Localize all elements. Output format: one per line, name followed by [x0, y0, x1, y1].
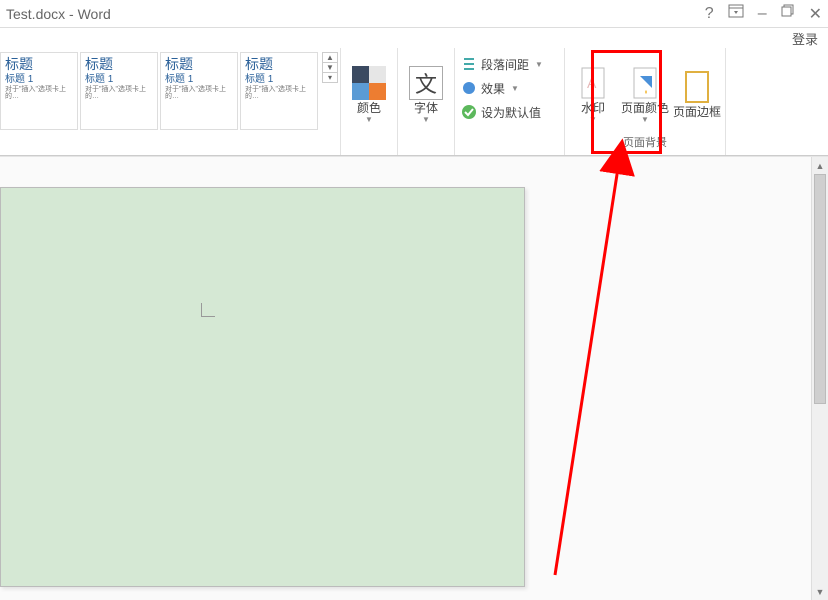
ribbon-options-button[interactable]: [728, 4, 744, 23]
vertical-scrollbar[interactable]: ▲ ▼: [811, 157, 828, 600]
style-item[interactable]: 标题 标题 1 对于"插入"选项卡上的…: [240, 52, 318, 130]
style-subtitle: 标题 1: [245, 74, 313, 85]
scroll-down-button[interactable]: ▼: [812, 583, 828, 600]
watermark-label: 水印: [581, 102, 605, 115]
fonts-label: 字体: [414, 102, 438, 115]
style-body: 对于"插入"选项卡上的…: [85, 86, 153, 100]
colors-icon: [352, 66, 386, 100]
minimize-button[interactable]: –: [758, 5, 767, 23]
ribbon: 标题 标题 1 对于"插入"选项卡上的… 标题 标题 1 对于"插入"选项卡上的…: [0, 48, 828, 156]
checkmark-icon: [461, 104, 477, 120]
close-button[interactable]: ✕: [809, 4, 822, 24]
style-item[interactable]: 标题 标题 1 对于"插入"选项卡上的…: [80, 52, 158, 130]
document-page[interactable]: [0, 187, 525, 587]
gallery-more-button[interactable]: ▾: [323, 73, 337, 82]
svg-text:A: A: [587, 75, 597, 91]
fonts-button[interactable]: 文 字体 ▼: [400, 52, 452, 134]
scroll-thumb[interactable]: [814, 174, 826, 404]
chevron-down-icon: ▼: [365, 115, 373, 124]
paragraph-spacing-icon: [461, 56, 477, 72]
paragraph-spacing-button[interactable]: 段落间距 ▼: [461, 54, 558, 74]
margin-corner-mark: [201, 303, 215, 317]
styles-group: 标题 标题 1 对于"插入"选项卡上的… 标题 标题 1 对于"插入"选项卡上的…: [0, 48, 341, 155]
paragraph-spacing-label: 段落间距: [481, 56, 529, 73]
gallery-up-button[interactable]: ▲: [323, 53, 337, 63]
page-background-group: A 水印 ▼ 页面颜色 ▼ 页面边框 页面背景: [565, 48, 726, 155]
page-border-label: 页面边框: [673, 106, 721, 119]
style-subtitle: 标题 1: [165, 74, 233, 85]
style-subtitle: 标题 1: [85, 74, 153, 85]
restore-icon: [781, 4, 795, 18]
chevron-down-icon: ▼: [422, 115, 430, 124]
fonts-group: 文 字体 ▼: [398, 48, 455, 155]
effects-icon: [461, 80, 477, 96]
chevron-down-icon: ▼: [535, 60, 543, 69]
style-item[interactable]: 标题 标题 1 对于"插入"选项卡上的…: [0, 52, 78, 130]
style-subtitle: 标题 1: [5, 74, 73, 85]
window-title: Test.docx - Word: [6, 6, 705, 22]
help-button[interactable]: ?: [705, 5, 714, 23]
chevron-down-icon: ▼: [641, 115, 649, 124]
style-body: 对于"插入"选项卡上的…: [5, 86, 73, 100]
fonts-icon: 文: [409, 66, 443, 100]
set-default-button[interactable]: 设为默认值: [461, 102, 558, 122]
page-border-icon: [680, 70, 714, 104]
style-body: 对于"插入"选项卡上的…: [165, 86, 233, 100]
colors-group: 颜色 ▼: [341, 48, 398, 155]
colors-label: 颜色: [357, 102, 381, 115]
page-color-button[interactable]: 页面颜色 ▼: [619, 52, 671, 134]
page-border-button[interactable]: 页面边框: [671, 52, 723, 134]
style-title: 标题: [165, 57, 233, 72]
page-color-icon: [628, 66, 662, 100]
colors-button[interactable]: 颜色 ▼: [343, 52, 395, 134]
style-gallery[interactable]: 标题 标题 1 对于"插入"选项卡上的… 标题 标题 1 对于"插入"选项卡上的…: [0, 52, 320, 130]
style-title: 标题: [245, 57, 313, 72]
style-body: 对于"插入"选项卡上的…: [245, 86, 313, 100]
style-gallery-spinner: ▲ ▼ ▾: [322, 52, 338, 83]
window-controls: ? – ✕: [705, 4, 822, 24]
ribbon-options-icon: [728, 4, 744, 18]
style-item[interactable]: 标题 标题 1 对于"插入"选项卡上的…: [160, 52, 238, 130]
document-area: ˄ ▲ ▼: [0, 156, 828, 600]
page-color-label: 页面颜色: [621, 102, 669, 115]
scroll-up-button[interactable]: ▲: [812, 157, 828, 174]
set-default-label: 设为默认值: [481, 104, 541, 121]
sign-in-link[interactable]: 登录: [792, 29, 818, 48]
effects-label: 效果: [481, 80, 505, 97]
page-background-group-label: 页面背景: [623, 134, 667, 152]
chevron-down-icon: ▼: [511, 84, 519, 93]
style-title: 标题: [5, 57, 73, 72]
title-bar: Test.docx - Word ? – ✕: [0, 0, 828, 28]
chevron-down-icon: ▼: [589, 115, 597, 124]
restore-button[interactable]: [781, 4, 795, 23]
formatting-group: 段落间距 ▼ 效果 ▼ 设为默认值: [455, 48, 565, 155]
style-title: 标题: [85, 57, 153, 72]
watermark-icon: A: [576, 66, 610, 100]
login-row: 登录: [0, 28, 828, 48]
watermark-button[interactable]: A 水印 ▼: [567, 52, 619, 134]
effects-button[interactable]: 效果 ▼: [461, 78, 558, 98]
gallery-down-button[interactable]: ▼: [323, 63, 337, 73]
